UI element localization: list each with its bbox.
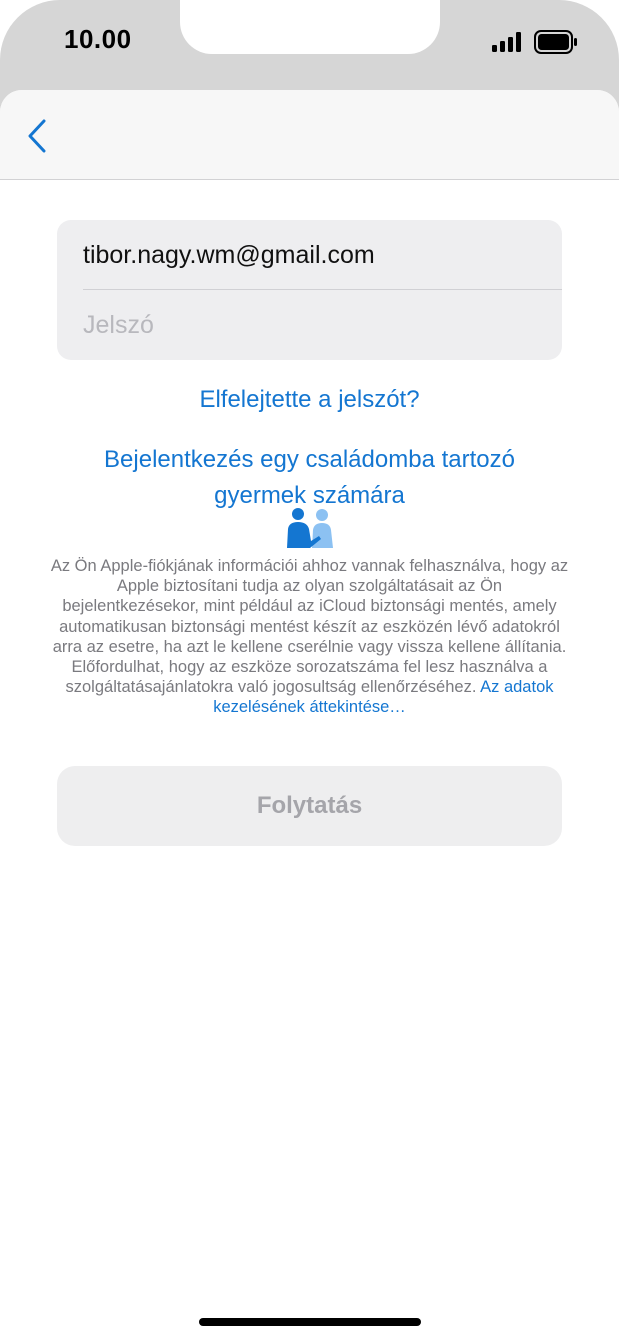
sign-in-sheet: Elfelejtette a jelszót? Bejelentkezés eg… bbox=[0, 90, 619, 1340]
continue-button[interactable]: Folytatás bbox=[57, 766, 562, 846]
navigation-bar bbox=[0, 90, 619, 180]
home-indicator[interactable] bbox=[199, 1318, 421, 1326]
privacy-notice-text: Az Ön Apple-fiókjának információi ahhoz … bbox=[50, 557, 569, 697]
chevron-left-icon bbox=[28, 119, 46, 153]
email-field[interactable] bbox=[57, 220, 562, 290]
battery-icon bbox=[534, 30, 577, 54]
family-link-line-1: Bejelentkezés egy családomba tartozó bbox=[104, 446, 515, 473]
cellular-signal-icon bbox=[492, 32, 521, 52]
status-time: 10.00 bbox=[64, 24, 132, 54]
family-sign-in-link[interactable]: Bejelentkezés egy családomba tartozó gye… bbox=[0, 442, 619, 514]
credentials-form bbox=[57, 220, 562, 360]
password-field[interactable] bbox=[57, 290, 562, 360]
privacy-notice: Az Ön Apple-fiókjának információi ahhoz … bbox=[50, 556, 569, 718]
family-sharing-icon bbox=[287, 508, 333, 548]
back-button[interactable] bbox=[22, 116, 52, 156]
notch bbox=[180, 0, 440, 54]
device-screen: 10.00 Elfelejtette a jelszót? bbox=[0, 0, 619, 1340]
forgot-password-link[interactable]: Elfelejtette a jelszót? bbox=[0, 382, 619, 418]
